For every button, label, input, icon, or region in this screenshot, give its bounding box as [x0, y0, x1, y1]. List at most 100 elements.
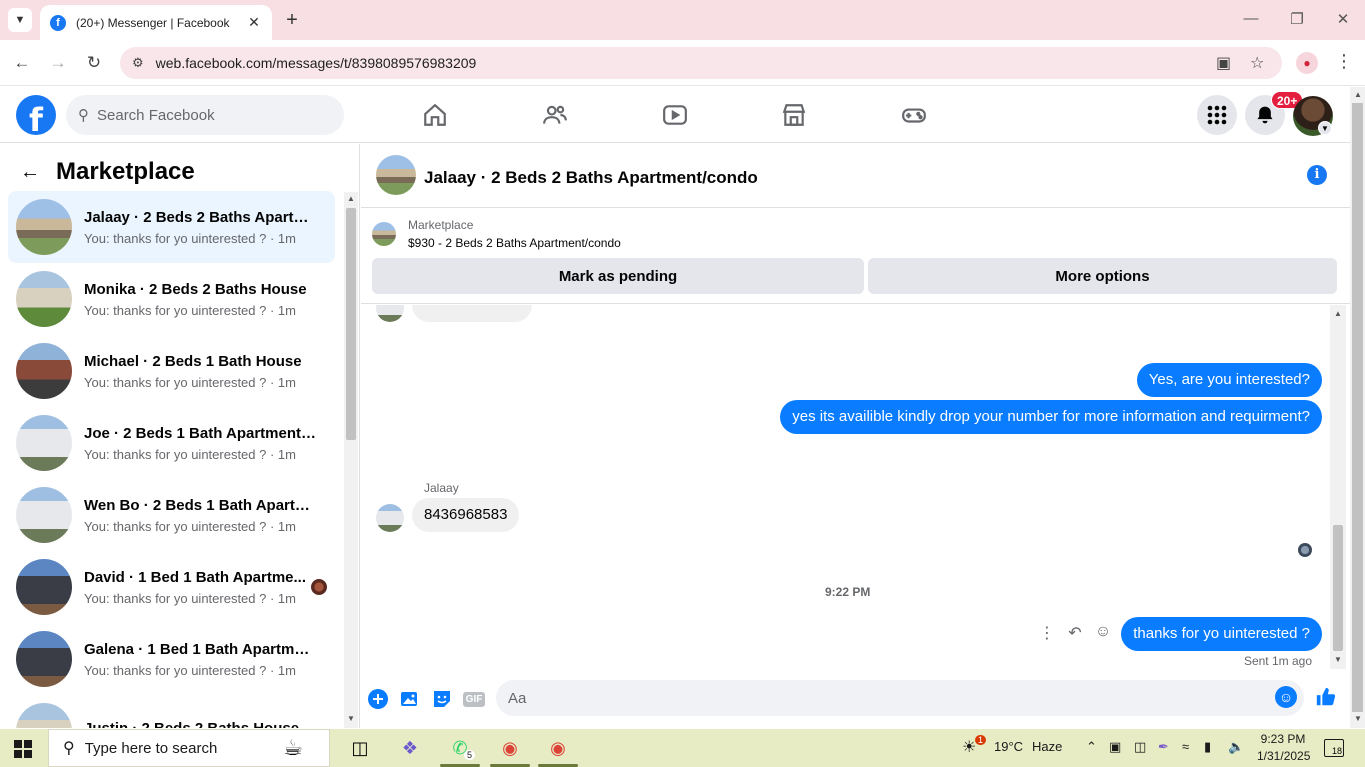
- conversation-preview: You: thanks for yo uinterested ? · 1m: [84, 374, 296, 390]
- reload-icon[interactable]: ↻: [82, 51, 106, 75]
- battery-icon[interactable]: ▮: [1204, 739, 1211, 755]
- browser-profile-icon[interactable]: ●: [1296, 52, 1318, 74]
- conversation-preview: You: thanks for yo uinterested ? · 1m: [84, 230, 296, 246]
- whatsapp-icon[interactable]: ✆ 5: [446, 734, 476, 762]
- scrollbar-thumb[interactable]: [1333, 525, 1343, 651]
- close-window-icon[interactable]: ✕: [1328, 10, 1358, 28]
- gif-icon[interactable]: GIF: [462, 688, 486, 710]
- windows-start-icon[interactable]: [14, 740, 32, 758]
- weather-condition[interactable]: Haze: [1032, 739, 1062, 754]
- pen-icon[interactable]: ✒: [1158, 739, 1169, 755]
- marketplace-icon[interactable]: [780, 101, 808, 129]
- message-thread: Yes, are you interested? yes its availib…: [361, 305, 1330, 674]
- system-clock[interactable]: 9:23 PM 1/31/2025: [1257, 731, 1311, 765]
- friends-icon[interactable]: [541, 101, 569, 129]
- listing-thumbnail: [16, 415, 72, 471]
- browser-menu-icon[interactable]: ⋮: [1334, 51, 1354, 72]
- show-hidden-icons-icon[interactable]: ⌃: [1086, 739, 1097, 755]
- conversation-item[interactable]: Jalaay · 2 Beds 2 Baths Apartme... You: …: [8, 191, 335, 263]
- copilot-icon[interactable]: ❖: [396, 734, 424, 762]
- volume-muted-icon[interactable]: 🔈: [1228, 739, 1244, 755]
- reply-icon[interactable]: ↶: [1065, 623, 1085, 643]
- conversation-item[interactable]: Justin · 2 Beds 2 Baths House: [8, 695, 335, 728]
- address-bar[interactable]: ⚙ web.facebook.com/messages/t/8398089576…: [120, 47, 1282, 79]
- browser-tab[interactable]: f (20+) Messenger | Facebook ✕: [40, 5, 272, 40]
- plus-icon[interactable]: [367, 688, 389, 710]
- react-emoji-icon[interactable]: ☺: [1093, 623, 1113, 641]
- notification-center-icon[interactable]: 18: [1324, 739, 1344, 757]
- info-icon[interactable]: i: [1307, 165, 1327, 185]
- conversation-list-scrollbar[interactable]: ▲ ▼: [344, 192, 358, 728]
- mark-as-pending-button[interactable]: Mark as pending: [372, 258, 864, 294]
- message-bubble-outgoing[interactable]: Yes, are you interested?: [1136, 363, 1322, 397]
- message-bubble-incoming[interactable]: 8436968583: [412, 498, 520, 532]
- message-timestamp: 9:22 PM: [825, 585, 871, 599]
- scroll-up-icon[interactable]: ▲: [1351, 90, 1365, 99]
- message-bubble-outgoing[interactable]: yes its availible kindly drop your numbe…: [780, 400, 1322, 434]
- emoji-icon[interactable]: ☺: [1275, 686, 1297, 708]
- listing-thumbnail: [16, 703, 72, 728]
- install-app-icon[interactable]: ▣: [1216, 53, 1231, 73]
- minimize-icon[interactable]: —: [1236, 10, 1266, 27]
- chrome-icon[interactable]: ◉: [496, 734, 524, 762]
- chrome-profile-icon[interactable]: ◉: [544, 734, 572, 762]
- page-scrollbar[interactable]: ▲ ▼: [1350, 87, 1365, 728]
- browser-tab-bar: ▼ f (20+) Messenger | Facebook ✕ + — ❐ ✕: [0, 0, 1365, 40]
- conversation-item[interactable]: David · 1 Bed 1 Bath Apartme... You: tha…: [8, 551, 335, 623]
- battery-saver-icon[interactable]: ◫: [1134, 739, 1146, 755]
- sender-avatar[interactable]: [376, 504, 404, 532]
- facebook-search-input[interactable]: ⚲ Search Facebook: [66, 95, 344, 135]
- site-info-icon[interactable]: ⚙: [132, 55, 144, 71]
- listing-thumbnail: [16, 487, 72, 543]
- meet-now-icon[interactable]: ▣: [1109, 739, 1121, 755]
- chat-thumbnail[interactable]: [376, 155, 416, 195]
- scroll-down-icon[interactable]: ▼: [1351, 714, 1365, 723]
- conversation-item[interactable]: Galena · 1 Bed 1 Bath Apartment... You: …: [8, 623, 335, 695]
- weather-temperature[interactable]: 19°C: [994, 739, 1023, 754]
- scroll-down-icon[interactable]: ▼: [344, 714, 358, 723]
- home-icon[interactable]: [421, 101, 449, 129]
- message-bubble-outgoing[interactable]: thanks for yo uinterested ?: [1121, 617, 1322, 651]
- scroll-down-icon[interactable]: ▼: [1331, 655, 1345, 664]
- scroll-up-icon[interactable]: ▲: [344, 194, 358, 203]
- restore-icon[interactable]: ❐: [1282, 10, 1312, 28]
- facebook-favicon-icon: f: [50, 14, 66, 31]
- scrollbar-thumb[interactable]: [1352, 103, 1363, 712]
- message-input[interactable]: Aa: [496, 680, 1304, 716]
- more-options-button[interactable]: More options: [868, 258, 1337, 294]
- forward-icon[interactable]: →: [46, 51, 70, 75]
- facebook-logo-icon[interactable]: f: [16, 95, 56, 135]
- conversation-preview: You: thanks for yo uinterested ? · 1m: [84, 518, 296, 534]
- photo-icon[interactable]: [399, 688, 421, 710]
- network-icon[interactable]: ≈: [1182, 739, 1189, 754]
- tab-close-icon[interactable]: ✕: [246, 14, 262, 31]
- scroll-up-icon[interactable]: ▲: [1331, 309, 1345, 318]
- video-icon[interactable]: [661, 101, 689, 129]
- listing-price[interactable]: $930 - 2 Beds 2 Baths Apartment/condo: [408, 236, 621, 250]
- tab-search-chevron-icon[interactable]: ▼: [8, 8, 32, 32]
- clock-date: 1/31/2025: [1257, 749, 1311, 763]
- new-tab-icon[interactable]: +: [282, 8, 302, 32]
- conversation-item[interactable]: Joe · 2 Beds 1 Bath Apartment/c... You: …: [8, 407, 335, 479]
- more-actions-icon[interactable]: ⋮: [1037, 623, 1057, 643]
- listing-thumbnail[interactable]: [372, 222, 396, 246]
- message-thread-scrollbar[interactable]: ▲ ▼: [1330, 305, 1346, 669]
- conversation-name: Joe · 2 Beds 1 Bath Apartment/c...: [84, 424, 316, 442]
- left-panel-title: Marketplace: [56, 158, 195, 185]
- back-icon[interactable]: ←: [10, 51, 34, 75]
- like-thumb-icon[interactable]: [1315, 686, 1337, 714]
- conversation-item[interactable]: Monika · 2 Beds 2 Baths House You: thank…: [8, 263, 335, 335]
- menu-grid-icon[interactable]: [1197, 95, 1237, 135]
- gaming-icon[interactable]: [900, 101, 928, 129]
- scrollbar-thumb[interactable]: [346, 208, 356, 440]
- conversation-preview: You: thanks for yo uinterested ? · 1m: [84, 662, 296, 678]
- sent-status: Sent 1m ago: [1243, 654, 1312, 668]
- bookmark-star-icon[interactable]: ☆: [1250, 53, 1264, 73]
- chat-title[interactable]: Jalaay · 2 Beds 2 Baths Apartment/condo: [424, 168, 758, 188]
- back-arrow-icon[interactable]: ←: [20, 161, 44, 184]
- conversation-item[interactable]: Wen Bo · 2 Beds 1 Bath Apartme... You: t…: [8, 479, 335, 551]
- conversation-item[interactable]: Michael · 2 Beds 1 Bath House You: thank…: [8, 335, 335, 407]
- account-chevron-icon[interactable]: ▼: [1318, 121, 1332, 135]
- task-view-icon[interactable]: ◫: [346, 734, 374, 762]
- sticker-icon[interactable]: [431, 688, 453, 710]
